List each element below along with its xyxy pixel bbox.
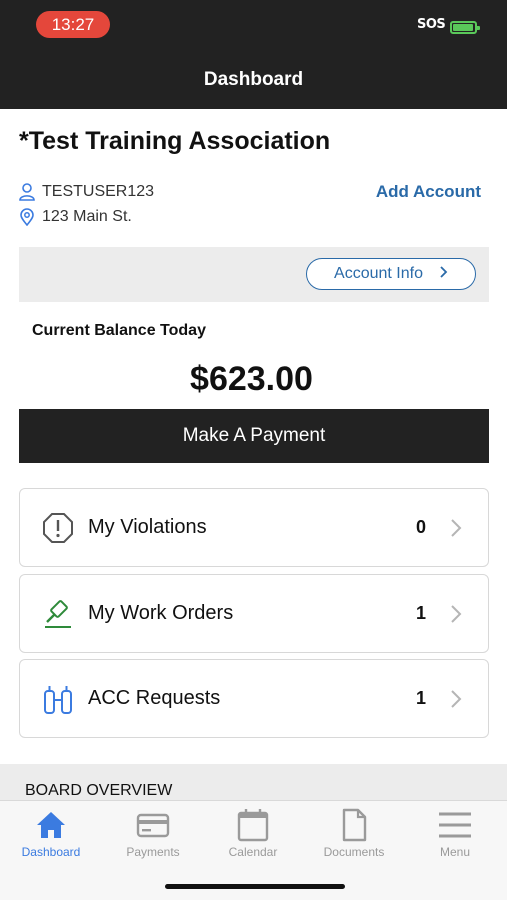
tab-payments[interactable]: Payments: [103, 807, 203, 859]
card-label: My Violations: [88, 516, 207, 538]
card-count: 1: [415, 603, 426, 623]
home-icon: [37, 812, 65, 838]
alert-octagon-icon: [42, 512, 74, 544]
chevron-right-icon: [450, 603, 462, 625]
tab-label: Calendar: [228, 845, 278, 859]
chevron-right-icon: [439, 265, 448, 284]
street-address: 123 Main St.: [42, 208, 132, 225]
tab-documents[interactable]: Documents: [304, 807, 404, 859]
association-name: *Test Training Association: [19, 127, 331, 155]
card-count: 1: [415, 688, 426, 708]
card-label: ACC Requests: [88, 687, 221, 709]
status-bar: 13:27 SOS: [0, 0, 507, 54]
make-payment-button[interactable]: Make A Payment: [19, 409, 489, 463]
tab-label: Documents: [323, 845, 385, 859]
hammer-icon: [42, 598, 74, 630]
navigation-bar: Dashboard: [0, 54, 507, 109]
tab-label: Payments: [126, 845, 180, 859]
chevron-right-icon: [450, 688, 462, 710]
account-info-label: Account Info: [334, 265, 423, 282]
user-row: TESTUSER123: [19, 181, 154, 203]
document-icon: [342, 808, 367, 842]
violations-card[interactable]: My Violations 0: [19, 488, 489, 567]
home-indicator[interactable]: [165, 884, 345, 889]
chevron-right-icon: [450, 517, 462, 539]
hamburger-menu-icon: [439, 812, 471, 838]
account-info-strip: Account Info: [19, 247, 489, 302]
person-icon: [19, 183, 35, 201]
balance-label: Current Balance Today: [32, 322, 206, 339]
tab-calendar[interactable]: Calendar: [203, 807, 303, 859]
sos-indicator: SOS: [417, 17, 446, 32]
work-orders-card[interactable]: My Work Orders 1: [19, 574, 489, 653]
username: TESTUSER123: [42, 183, 155, 200]
add-account-link[interactable]: Add Account: [376, 182, 481, 202]
calendar-icon: [237, 809, 269, 842]
board-overview-heading: BOARD OVERVIEW: [25, 782, 173, 799]
card-label: My Work Orders: [88, 602, 234, 624]
page-title: Dashboard: [203, 69, 304, 90]
acc-request-icon: [42, 683, 74, 715]
location-pin-icon: [19, 208, 35, 226]
card-count: 0: [415, 517, 426, 537]
board-overview-section: BOARD OVERVIEW: [0, 764, 507, 804]
tab-menu[interactable]: Menu: [405, 807, 505, 859]
balance-amount: $623.00: [190, 360, 313, 398]
tab-label: Menu: [439, 845, 471, 859]
account-info-button[interactable]: Account Info: [306, 258, 476, 290]
battery-icon: [450, 21, 480, 34]
tab-label: Dashboard: [21, 845, 81, 859]
acc-requests-card[interactable]: ACC Requests 1: [19, 659, 489, 738]
status-time: 13:27: [36, 11, 110, 38]
tab-dashboard[interactable]: Dashboard: [1, 807, 101, 859]
credit-card-icon: [136, 813, 170, 838]
address-row: 123 Main St.: [19, 206, 132, 228]
